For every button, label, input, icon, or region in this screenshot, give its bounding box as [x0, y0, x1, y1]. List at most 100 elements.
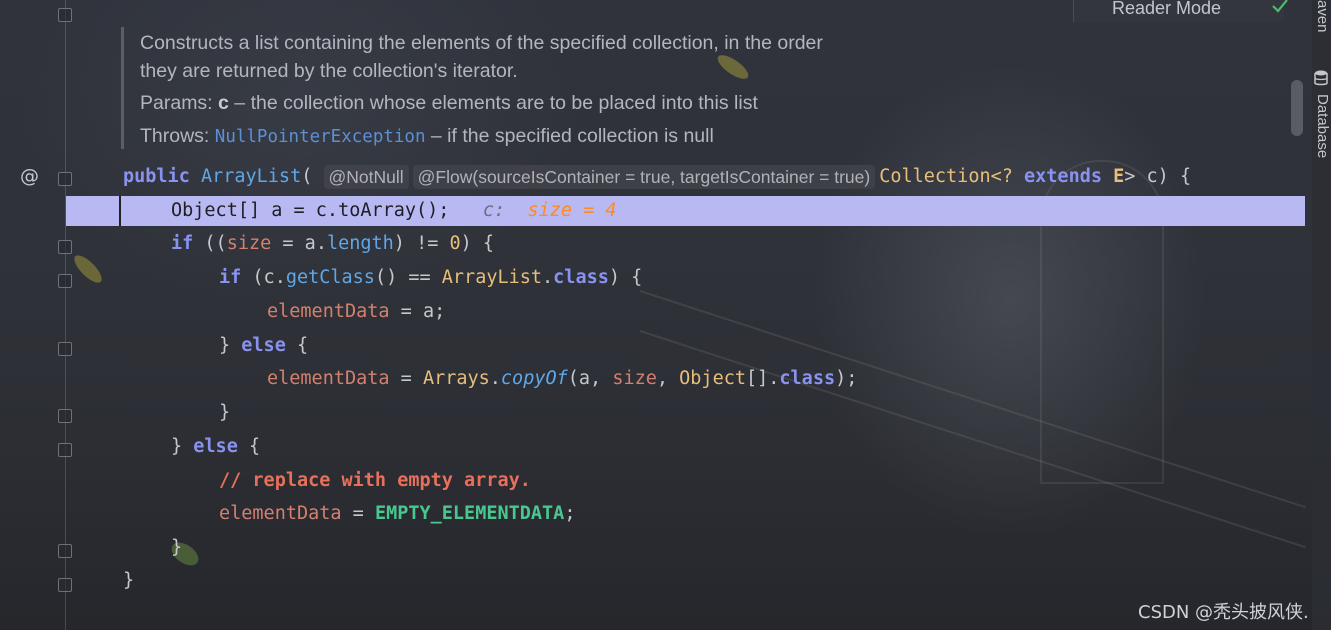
text-caret — [119, 196, 121, 226]
code-text: (( — [193, 233, 227, 254]
gutter-divider — [65, 0, 66, 630]
keyword: else — [193, 436, 238, 457]
exception-link[interactable]: NullPointerException — [215, 127, 426, 147]
keyword: if — [219, 267, 242, 288]
reader-mode-label: Reader Mode — [1112, 0, 1222, 18]
code-text: ; — [564, 503, 576, 524]
code-text: { — [237, 436, 261, 457]
field-name: size — [612, 368, 657, 389]
field-name: length — [326, 233, 394, 254]
code-text: = a; — [389, 301, 446, 322]
throws-label: Throws: — [140, 125, 210, 147]
reader-mode-toggle[interactable]: Reader Mode — [1073, 0, 1284, 22]
code-text: = — [341, 503, 375, 524]
override-marker-icon[interactable]: @ — [20, 165, 39, 187]
constant-name: EMPTY_ELEMENTDATA — [374, 503, 565, 524]
code-text: ) { — [608, 267, 643, 288]
field-name: size — [226, 233, 272, 254]
field-name: elementData — [267, 368, 390, 389]
code-text: } — [219, 402, 231, 423]
code-line[interactable]: public ArrayList( @NotNull @Flow(sourceIs… — [123, 162, 1191, 192]
code-text: = — [389, 368, 423, 389]
type-name: ArrayList — [441, 267, 543, 288]
code-line[interactable]: } — [123, 566, 134, 596]
type-name: Collection<? — [879, 166, 1025, 187]
code-text: } — [171, 537, 183, 558]
annotation-hint: @Flow(sourceIsContainer = true, targetIs… — [412, 165, 876, 189]
keyword: class — [779, 368, 836, 389]
type-name: Object — [679, 368, 746, 389]
params-label: Params: — [140, 92, 213, 114]
javadoc-line: they are returned by the collection's it… — [140, 60, 518, 82]
maven-tool-tab[interactable]: aven — [1314, 0, 1331, 33]
code-text: ); — [835, 368, 858, 389]
number-literal: 0 — [449, 233, 461, 254]
check-icon[interactable] — [1270, 0, 1290, 16]
code-text: } — [219, 335, 242, 356]
keyword: if — [171, 233, 194, 254]
code-text: } — [123, 570, 135, 591]
fold-marker-icon[interactable] — [58, 443, 72, 457]
fold-marker-icon[interactable] — [58, 240, 72, 254]
code-text: = a. — [271, 233, 327, 254]
database-icon — [1314, 70, 1328, 86]
debug-inline-value: size = 4 — [527, 200, 617, 221]
code-text: . — [489, 368, 501, 389]
code-line[interactable]: // replace with empty array. — [219, 466, 531, 496]
code-line[interactable]: } — [171, 533, 182, 563]
code-text: () == — [374, 267, 442, 288]
editor-gutter: @ — [0, 0, 120, 630]
database-tool-tab[interactable]: Database — [1314, 94, 1331, 158]
code-line[interactable]: if (c.getClass() == ArrayList.class) { — [219, 263, 642, 293]
code-text: []. — [745, 368, 780, 389]
code-text: , — [656, 368, 680, 389]
type-name: Arrays — [422, 368, 490, 389]
code-line[interactable]: elementData = EMPTY_ELEMENTDATA; — [219, 499, 575, 529]
code-text: . — [542, 267, 554, 288]
code-text: > c) { — [1124, 166, 1192, 187]
vertical-scrollbar-thumb[interactable] — [1291, 80, 1303, 136]
javadoc-throws: Throws: NullPointerException – if the sp… — [140, 125, 714, 148]
method-name: getClass — [285, 267, 375, 288]
code-line[interactable]: } else { — [171, 432, 260, 462]
fold-marker-icon[interactable] — [58, 274, 72, 288]
method-name: copyOf — [500, 368, 568, 389]
debug-inline-label: c: — [482, 200, 506, 221]
javadoc-line: Constructs a list containing the element… — [140, 32, 823, 54]
param-description: – the collection whose elements are to b… — [228, 92, 758, 114]
watermark: CSDN @秃头披风侠. — [1138, 602, 1309, 623]
javadoc-bar — [121, 27, 124, 149]
background-railing — [639, 330, 1307, 549]
fold-marker-icon[interactable] — [58, 342, 72, 356]
field-name: elementData — [219, 503, 342, 524]
code-line-current[interactable]: Object[] a = c.toArray(); c: size = 4 — [171, 196, 617, 226]
keyword: else — [241, 335, 286, 356]
right-tool-strip: aven Database — [1312, 0, 1331, 630]
throws-description: – if the specified collection is null — [425, 125, 714, 147]
code-text: ) != — [393, 233, 450, 254]
annotation-hint: @NotNull — [323, 165, 409, 189]
field-name: elementData — [267, 301, 390, 322]
code-line[interactable]: } else { — [219, 331, 308, 361]
keyword: class — [553, 267, 609, 288]
fold-marker-icon[interactable] — [58, 8, 72, 22]
param-name: c — [218, 92, 229, 114]
code-text: { — [285, 335, 309, 356]
code-line[interactable]: } — [219, 398, 230, 428]
type-param: E — [1101, 166, 1125, 187]
background-railing — [639, 290, 1307, 509]
code-line[interactable]: elementData = Arrays.copyOf(a, size, Obj… — [267, 364, 857, 394]
code-punct: ( — [301, 166, 313, 187]
code-line[interactable]: if ((size = a.length) != 0) { — [171, 229, 494, 259]
fold-marker-icon[interactable] — [58, 544, 72, 558]
code-text: } — [171, 436, 194, 457]
code-line[interactable]: elementData = a; — [267, 297, 445, 327]
fold-marker-icon[interactable] — [58, 409, 72, 423]
fold-marker-icon[interactable] — [58, 578, 72, 592]
keyword: public — [123, 166, 190, 187]
javadoc-params: Params: c – the collection whose element… — [140, 92, 758, 115]
keyword: extends — [1024, 166, 1102, 187]
code-text: (a, — [567, 368, 613, 389]
code-text: Object[] a = c.toArray(); — [171, 200, 450, 221]
fold-marker-icon[interactable] — [58, 172, 72, 186]
